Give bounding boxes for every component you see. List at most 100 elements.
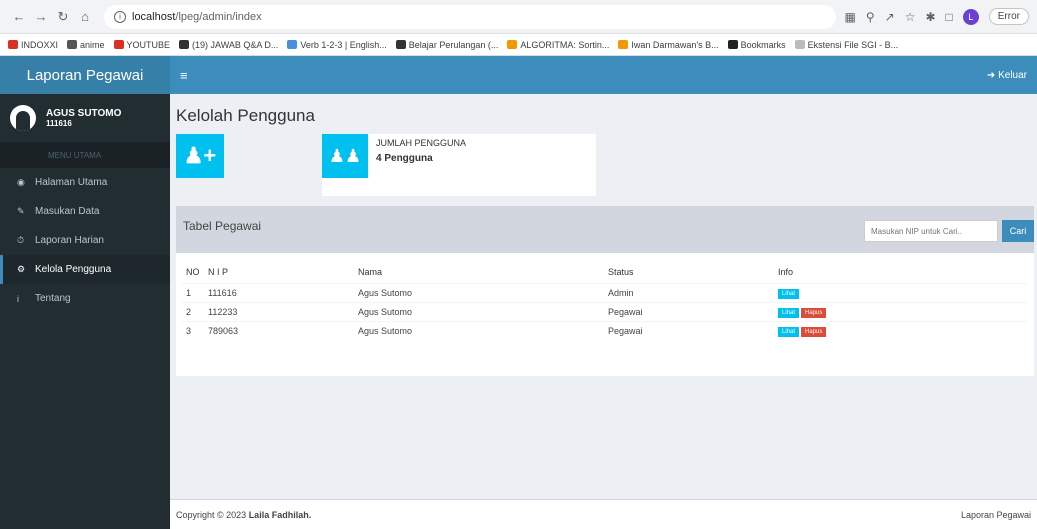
sidepanel-icon[interactable]: □ <box>946 10 953 24</box>
cell-status: Admin <box>604 282 774 302</box>
bookmark-label: Belajar Perulangan (... <box>408 39 499 50</box>
add-user-button[interactable]: ♟+ <box>176 134 224 178</box>
view-button[interactable]: Lihat <box>778 326 800 337</box>
cell-status: Pegawai <box>604 301 774 321</box>
reload-icon[interactable]: ↻ <box>52 6 74 28</box>
cell-info: Lihat Hapus <box>774 320 1028 340</box>
column-header: Nama <box>354 261 604 284</box>
search-input[interactable] <box>864 220 998 242</box>
url-host: localhost <box>132 10 176 23</box>
bookmark-icon <box>618 40 629 49</box>
bookmark-item[interactable]: YOUTUBE <box>113 39 171 50</box>
cell-status: Pegawai <box>604 320 774 340</box>
bookmark-icon <box>395 40 406 49</box>
delete-button[interactable]: Hapus <box>801 326 827 337</box>
sidebar-item-label: Halaman Utama <box>35 177 108 188</box>
bookmark-item[interactable]: Belajar Perulangan (... <box>395 39 499 50</box>
bookmark-icon <box>67 40 78 49</box>
table-title: Tabel Pegawai <box>183 219 262 233</box>
zoom-icon[interactable]: ⚲ <box>866 10 875 24</box>
bookmark-icon <box>507 40 518 49</box>
avatar <box>10 105 36 131</box>
column-header: Status <box>604 261 774 284</box>
bookmark-item[interactable]: Ekstensi File SGI - B... <box>794 39 899 50</box>
employee-table: NO N I P Nama Status Info 1 111616 Agus Sutomo… <box>182 261 1028 340</box>
users-icon: ♟♟ <box>322 134 368 178</box>
cell-nama: Agus Sutomo <box>354 320 604 340</box>
bookmark-label: Bookmarks <box>740 39 786 50</box>
sidebar-item-laporan-harian[interactable]: ⏱ Laporan Harian <box>0 226 170 255</box>
sidebar-item-masukan-data[interactable]: ✎ Masukan Data <box>0 197 170 226</box>
view-button[interactable]: Lihat <box>778 288 800 299</box>
app-logo-text: Laporan Pegawai <box>26 66 144 84</box>
sidebar-item-halaman-utama[interactable]: ◉ Halaman Utama <box>0 168 170 197</box>
bookmark-label: Verb 1-2-3 | English... <box>300 39 387 50</box>
user-name: AGUS SUTOMO <box>46 108 122 119</box>
translate-icon[interactable]: ▦ <box>844 10 855 24</box>
browser-toolbar: ← → ↻ ⌂ i localhost/lpeg/admin/index ▦ ⚲… <box>0 0 1037 34</box>
cell-info: Lihat Hapus <box>774 301 1028 321</box>
back-icon[interactable]: ← <box>8 6 30 28</box>
extensions-icon[interactable]: ✱ <box>925 10 935 24</box>
bookmark-item[interactable]: Bookmarks <box>727 39 786 50</box>
footer-copyright: Copyright © 2023 Laila Fadhilah. <box>176 509 312 520</box>
bookmark-label: Iwan Darmawan's B... <box>631 39 719 50</box>
table-row: 2 112233 Agus Sutomo Pegawai Lihat Hapus <box>182 301 1028 321</box>
bookmark-icon <box>727 40 738 49</box>
cell-nip: 112233 <box>204 301 354 321</box>
delete-button[interactable]: Hapus <box>801 307 827 318</box>
sidebar-item-label: Tentang <box>35 293 71 304</box>
app-logo[interactable]: Laporan Pegawai <box>0 56 170 94</box>
add-user-icon: ♟+ <box>183 143 217 168</box>
address-bar[interactable]: i localhost/lpeg/admin/index <box>104 4 837 29</box>
view-button[interactable]: Lihat <box>778 307 800 318</box>
sidebar-item-label: Masukan Data <box>35 206 100 217</box>
cell-nama: Agus Sutomo <box>354 301 604 321</box>
logout-button[interactable]: ➜ Keluar <box>987 70 1027 81</box>
error-button[interactable]: Error <box>988 8 1029 25</box>
bookmark-label: YOUTUBE <box>126 39 171 50</box>
sidebar-item-label: Laporan Harian <box>35 235 104 246</box>
top-navbar: ≡ ➜ Keluar <box>170 56 1037 94</box>
column-header: Info <box>774 261 1028 284</box>
info-box-label: JUMLAH PENGGUNA <box>376 138 467 148</box>
sidebar-toggle-icon[interactable]: ≡ <box>180 68 188 83</box>
bookmark-icon <box>8 40 18 49</box>
footer-right: Laporan Pegawai <box>960 509 1031 520</box>
site-info-icon[interactable]: i <box>114 10 126 23</box>
bookmark-item[interactable]: ALGORITMA: Sortin... <box>507 40 609 50</box>
logout-label: Keluar <box>998 69 1027 81</box>
info-icon: i <box>17 293 19 304</box>
star-icon[interactable]: ☆ <box>905 10 916 24</box>
bookmark-icon <box>179 40 190 49</box>
page-title: Kelolah Pengguna <box>176 106 315 125</box>
bookmark-label: (19) JAWAB Q&A D... <box>192 39 279 50</box>
bookmark-label: ALGORITMA: Sortin... <box>520 39 610 50</box>
bookmark-item[interactable]: Iwan Darmawan's B... <box>618 39 719 50</box>
bookmark-label: Ekstensi File SGI - B... <box>807 39 899 50</box>
share-icon[interactable]: ↗ <box>885 10 895 24</box>
table-row: 1 111616 Agus Sutomo Admin Lihat <box>182 282 1028 302</box>
bookmark-item[interactable]: (19) JAWAB Q&A D... <box>179 40 278 50</box>
cell-nip: 789063 <box>204 320 354 340</box>
sidebar-item-tentang[interactable]: i Tentang <box>0 284 170 313</box>
sidebar-item-label: Kelola Pengguna <box>35 264 112 275</box>
user-panel: AGUS SUTOMO 111616 <box>0 94 170 142</box>
forward-icon[interactable]: → <box>30 6 52 28</box>
bookmark-label: anime <box>80 39 105 50</box>
user-count-box: ♟♟ JUMLAH PENGGUNA 4 Pengguna <box>322 134 596 196</box>
footer: Copyright © 2023 Laila Fadhilah. Laporan… <box>170 499 1037 529</box>
bookmark-icon <box>113 40 124 49</box>
cell-nip: 111616 <box>204 282 354 302</box>
cell-no: 3 <box>182 320 204 340</box>
bookmark-item[interactable]: Verb 1-2-3 | English... <box>287 39 387 50</box>
bookmark-item[interactable]: INDOXXI <box>8 40 58 50</box>
search-button[interactable]: Cari <box>1002 220 1034 242</box>
bookmark-item[interactable]: anime <box>67 40 105 50</box>
sidebar-item-kelola-pengguna[interactable]: ⚙ Kelola Pengguna <box>0 255 170 284</box>
bookmark-label: INDOXXI <box>21 39 59 50</box>
cell-nama: Agus Sutomo <box>354 282 604 302</box>
cell-info: Lihat <box>774 282 1028 302</box>
profile-avatar[interactable]: L <box>962 8 979 25</box>
home-icon[interactable]: ⌂ <box>74 6 96 28</box>
